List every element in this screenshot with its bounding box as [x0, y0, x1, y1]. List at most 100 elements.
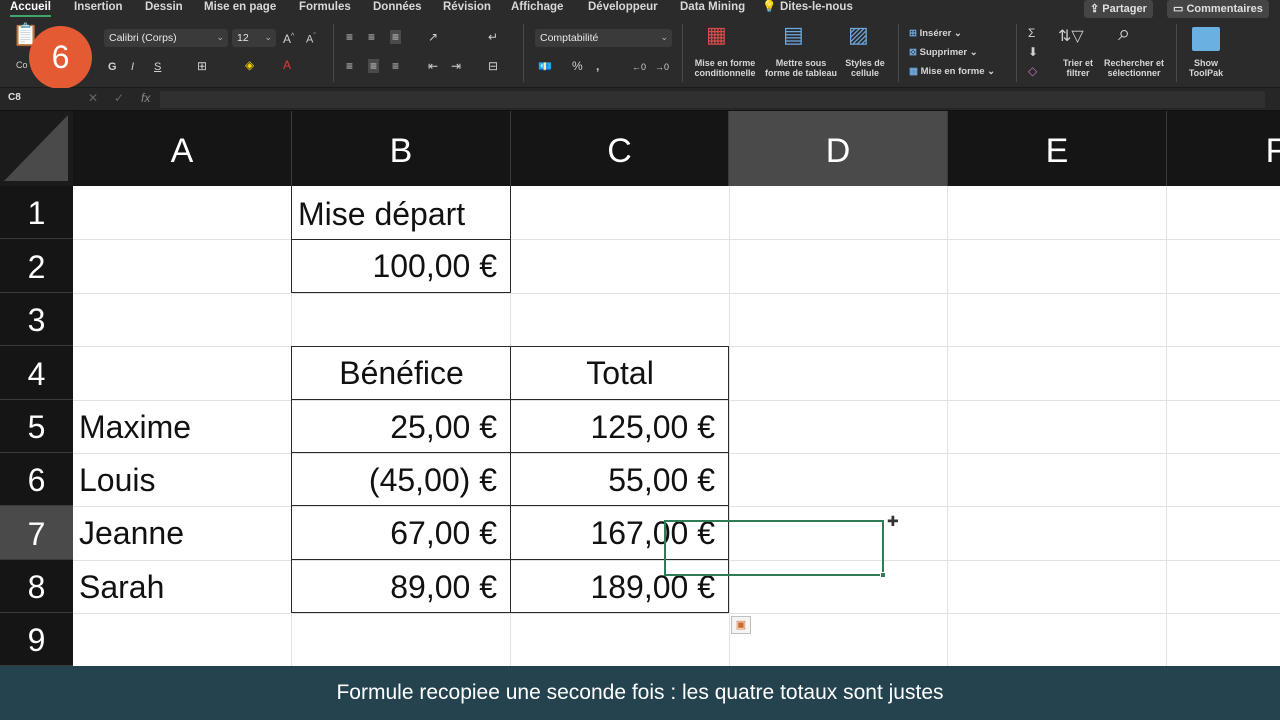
cell-a6[interactable]: Louis [79, 454, 156, 507]
format-as-table-icon[interactable]: ▤ [783, 24, 804, 46]
borders-icon[interactable]: ⊞ [197, 59, 207, 73]
increase-indent-icon[interactable]: ⇥ [451, 59, 461, 73]
cell-c6[interactable]: 55,00 € [511, 454, 715, 507]
row-header-1[interactable]: 1 [0, 186, 73, 239]
formula-input[interactable] [160, 91, 1265, 108]
cell-c5[interactable]: 125,00 € [511, 401, 715, 454]
cell-b6[interactable]: (45,00) € [292, 454, 497, 507]
ribbon-tab-bar: Accueil Insertion Dessin Mise en page Fo… [0, 0, 1280, 18]
tab-insertion[interactable]: Insertion [74, 0, 123, 14]
cell-styles-button[interactable]: Styles de cellule [840, 58, 890, 78]
currency-icon[interactable]: 💶 [538, 60, 552, 74]
cell-b1[interactable]: Mise départ [298, 188, 465, 241]
decrease-indent-icon[interactable]: ⇤ [428, 59, 438, 73]
column-header-f[interactable]: F [1167, 111, 1280, 186]
conditional-format-button[interactable]: Mise en forme conditionnelle [690, 58, 760, 78]
tab-accueil[interactable]: Accueil [10, 0, 51, 17]
search-icon[interactable]: ⌕ [1118, 22, 1130, 44]
increase-decimal-icon[interactable]: ←0 [632, 60, 646, 74]
row-header-4[interactable]: 4 [0, 346, 73, 400]
clear-icon[interactable]: ◇ [1028, 64, 1037, 78]
fx-icon[interactable]: fx [141, 91, 150, 105]
column-header-a[interactable]: A [73, 111, 292, 186]
tab-developpeur[interactable]: Développeur [588, 0, 658, 14]
align-right-icon[interactable]: ≡ [392, 59, 399, 73]
font-grow-icon[interactable]: A^ [283, 30, 294, 46]
align-center-icon[interactable]: ≡ [368, 59, 380, 73]
paste-options-icon[interactable]: ▣ [731, 616, 751, 634]
orientation-icon[interactable]: ↗ [428, 30, 438, 44]
thousands-icon[interactable]: , [596, 59, 599, 73]
show-toolpak-button[interactable]: Show ToolPak [1182, 58, 1230, 78]
fill-handle[interactable] [880, 572, 886, 578]
confirm-icon[interactable]: ✓ [114, 91, 124, 105]
format-cells-button[interactable]: ▦ Mise en forme ⌄ [909, 66, 995, 77]
cell-b5[interactable]: 25,00 € [292, 401, 497, 454]
font-size-select[interactable]: 12 ⌄ [232, 29, 276, 47]
merge-center-icon[interactable]: ⊟ [488, 59, 498, 73]
tab-revision[interactable]: Révision [443, 0, 491, 14]
cell-b2[interactable]: 100,00 € [292, 240, 497, 293]
row-header-8[interactable]: 8 [0, 560, 73, 613]
tell-me-search[interactable]: Dites-le-nous [780, 0, 853, 14]
bold-button[interactable]: G [108, 60, 117, 74]
column-header-b[interactable]: B [292, 111, 511, 186]
fill-icon[interactable]: ⬇ [1028, 45, 1038, 59]
find-select-button[interactable]: Rechercher et sélectionner [1100, 58, 1168, 78]
row-header-2[interactable]: 2 [0, 239, 73, 293]
tab-donnees[interactable]: Données [373, 0, 422, 14]
font-name-select[interactable]: Calibri (Corps) ⌄ [104, 29, 228, 47]
cell-b7[interactable]: 67,00 € [292, 507, 497, 560]
tab-data-mining[interactable]: Data Mining [680, 0, 745, 14]
cancel-icon[interactable]: ✕ [88, 91, 98, 105]
column-header-d[interactable]: D [729, 111, 948, 186]
align-bottom-icon[interactable]: ≡ [390, 30, 402, 44]
align-left-icon[interactable]: ≡ [346, 59, 353, 73]
decrease-decimal-icon[interactable]: →0 [655, 60, 669, 74]
insert-cells-button[interactable]: ⊞ Insérer ⌄ [909, 28, 962, 39]
number-format-select[interactable]: Comptabilité ⌄ [535, 29, 672, 47]
comments-button[interactable]: ▭ Commentaires [1167, 0, 1269, 18]
autosum-icon[interactable]: Σ [1028, 26, 1035, 40]
align-top-icon[interactable]: ≡ [346, 30, 353, 44]
cell-a8[interactable]: Sarah [79, 561, 164, 614]
cell-c4[interactable]: Total [511, 347, 729, 400]
ribbon-separator [333, 24, 334, 82]
cell-a7[interactable]: Jeanne [79, 507, 184, 560]
percent-icon[interactable]: % [572, 59, 583, 73]
column-header-e[interactable]: E [948, 111, 1167, 186]
share-button[interactable]: ⇪ Partager [1084, 0, 1153, 18]
wrap-text-icon[interactable]: ↵ [488, 30, 498, 44]
cell-a5[interactable]: Maxime [79, 401, 191, 454]
tab-affichage[interactable]: Affichage [511, 0, 563, 14]
sort-filter-button[interactable]: Trier et filtrer [1052, 58, 1104, 78]
conditional-format-icon[interactable]: ▦ [706, 24, 727, 46]
select-all-corner[interactable] [0, 111, 73, 186]
italic-button[interactable]: I [131, 60, 134, 74]
tab-mise-en-page[interactable]: Mise en page [204, 0, 276, 14]
insert-label: Insérer [919, 28, 952, 39]
cell-b4[interactable]: Bénéfice [292, 347, 511, 400]
row-header-7[interactable]: 7 [0, 506, 73, 560]
tab-dessin[interactable]: Dessin [145, 0, 183, 14]
column-header-c[interactable]: C [511, 111, 729, 186]
ribbon-separator [523, 24, 524, 82]
sort-filter-icon[interactable]: ⇅▽ [1058, 29, 1084, 45]
cell-styles-icon[interactable]: ▨ [848, 24, 869, 46]
tab-formules[interactable]: Formules [299, 0, 351, 14]
name-box[interactable]: C8 [4, 92, 74, 107]
row-header-6[interactable]: 6 [0, 453, 73, 506]
align-middle-icon[interactable]: ≡ [368, 30, 375, 44]
cell-b8[interactable]: 89,00 € [292, 561, 497, 614]
underline-button[interactable]: S [154, 60, 161, 74]
toolpak-icon[interactable] [1192, 27, 1220, 51]
delete-cells-button[interactable]: ⊠ Supprimer ⌄ [909, 47, 978, 58]
selection-outline[interactable] [664, 520, 884, 576]
font-color-icon[interactable]: A [283, 58, 291, 72]
fill-color-icon[interactable]: ◈ [245, 58, 254, 72]
format-as-table-button[interactable]: Mettre sous forme de tableau [762, 58, 840, 78]
row-header-3[interactable]: 3 [0, 293, 73, 346]
row-header-9[interactable]: 9 [0, 613, 73, 666]
font-shrink-icon[interactable]: Aˇ [306, 30, 316, 47]
row-header-5[interactable]: 5 [0, 400, 73, 453]
